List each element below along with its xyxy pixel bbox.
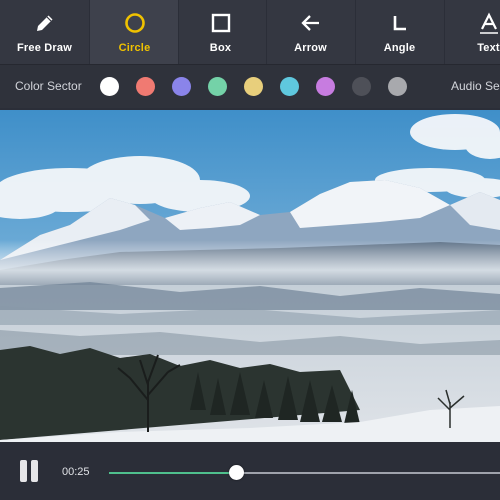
tool-label: Text bbox=[477, 42, 500, 54]
current-time: 00:25 bbox=[62, 466, 90, 478]
tool-box[interactable]: Box bbox=[176, 0, 265, 64]
audio-selector-label: Audio Se bbox=[451, 79, 500, 93]
tool-circle[interactable]: Circle bbox=[90, 0, 179, 64]
text-icon bbox=[479, 12, 498, 34]
color-swatch-cyan[interactable] bbox=[280, 77, 299, 96]
tool-arrow[interactable]: Arrow bbox=[266, 0, 355, 64]
player-controls: 00:25 bbox=[0, 442, 500, 500]
circle-icon bbox=[124, 13, 145, 33]
tool-label: Box bbox=[209, 42, 232, 54]
seek-progress bbox=[109, 472, 237, 474]
color-swatch-gray[interactable] bbox=[388, 77, 407, 96]
tool-label: Circle bbox=[118, 42, 151, 54]
tool-toolbar: Free Draw Circle Box Arrow Angle Text bbox=[0, 0, 500, 64]
color-swatch-dark-gray[interactable] bbox=[352, 77, 371, 96]
color-selector-label: Color Sector bbox=[15, 79, 82, 93]
color-swatch-yellow[interactable] bbox=[244, 77, 263, 96]
tool-angle[interactable]: Angle bbox=[355, 0, 444, 64]
seek-thumb[interactable] bbox=[229, 465, 245, 480]
pause-icon bbox=[31, 460, 38, 482]
landscape-image bbox=[0, 110, 500, 442]
pencil-icon bbox=[36, 15, 52, 31]
pause-icon bbox=[20, 460, 27, 482]
annotation-app: Free Draw Circle Box Arrow Angle Text Co… bbox=[0, 0, 500, 500]
pause-button[interactable] bbox=[18, 460, 40, 482]
tool-free-draw[interactable]: Free Draw bbox=[0, 0, 89, 64]
tool-text[interactable]: Text bbox=[444, 0, 500, 64]
color-swatch-purple[interactable] bbox=[172, 77, 191, 96]
video-frame[interactable] bbox=[0, 110, 500, 442]
tool-label: Arrow bbox=[294, 42, 327, 54]
color-swatch-red[interactable] bbox=[136, 77, 155, 96]
color-swatch-green[interactable] bbox=[208, 77, 227, 96]
square-icon bbox=[211, 13, 230, 33]
color-swatch-violet[interactable] bbox=[316, 77, 335, 96]
tool-label: Free Draw bbox=[17, 42, 72, 54]
angle-icon bbox=[393, 16, 406, 31]
arrow-left-icon bbox=[300, 15, 319, 31]
color-selector-bar: Color Sector Audio Se bbox=[0, 64, 500, 108]
tool-label: Angle bbox=[383, 42, 416, 54]
color-swatch-white[interactable] bbox=[100, 77, 119, 96]
